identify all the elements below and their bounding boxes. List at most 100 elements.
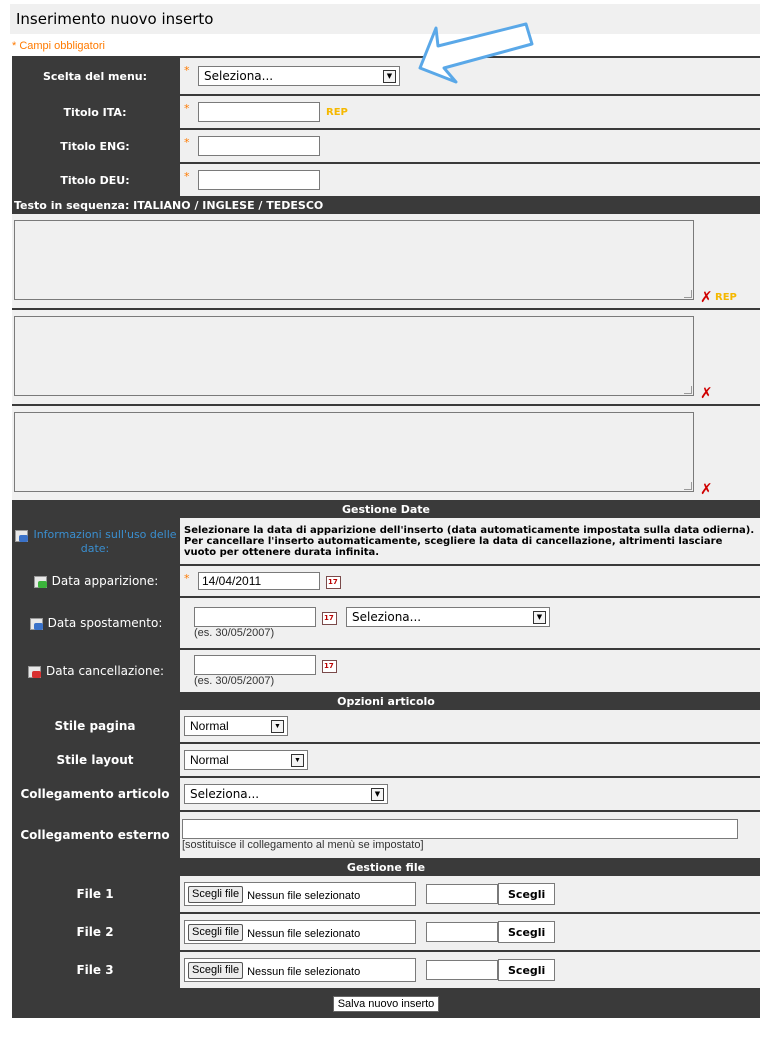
dropdown-arrow-icon: ▼	[291, 754, 304, 767]
pick-file-button[interactable]: Scegli	[498, 921, 556, 943]
file-row: File 2 Scegli file Nessun file seleziona…	[12, 914, 760, 952]
page-style-row: Stile pagina Normal ▼	[12, 710, 760, 744]
dates-section-header: Gestione Date	[12, 502, 760, 518]
menu-select-value: Seleziona...	[204, 69, 274, 83]
dropdown-arrow-icon: ▼	[383, 70, 396, 83]
delete-x-icon[interactable]: ✗	[700, 480, 713, 498]
date-delete-row: Data cancellazione: (es. 30/05/2007)	[12, 650, 760, 694]
options-section-header: Opzioni articolo	[12, 694, 760, 710]
calendar-icon[interactable]	[322, 610, 337, 625]
text-eng-row: ✗	[12, 310, 760, 406]
title-eng-label: Titolo ENG:	[12, 130, 178, 162]
resize-grip[interactable]	[684, 482, 692, 490]
text-ita-textarea[interactable]	[14, 220, 694, 300]
title-eng-row: Titolo ENG: *	[12, 130, 760, 164]
date-move-hint: (es. 30/05/2007)	[194, 627, 275, 639]
date-appear-icon	[32, 574, 48, 588]
file-input[interactable]: Scegli file Nessun file selezionato	[184, 958, 416, 982]
insert-form: Scelta del menu: * Seleziona... ▼ Titolo…	[12, 56, 760, 1018]
files-section-header: Gestione file	[12, 860, 760, 876]
external-link-hint: [sostituisce il collegamento al menù se …	[182, 839, 424, 851]
required-mark: *	[184, 572, 190, 585]
choose-file-button[interactable]: Scegli file	[188, 961, 244, 979]
dates-info-row: Informazioni sull'uso delle date: Selezi…	[12, 518, 760, 566]
title-ita-label: Titolo ITA:	[12, 96, 178, 128]
text-section-header: Testo in sequenza: ITALIANO / INGLESE / …	[12, 198, 760, 214]
text-deu-row: ✗	[12, 406, 760, 502]
text-eng-textarea[interactable]	[14, 316, 694, 396]
page-style-select[interactable]: Normal ▼	[184, 716, 288, 736]
title-deu-input[interactable]	[198, 170, 320, 190]
calendar-icon[interactable]	[322, 658, 337, 673]
date-delete-input[interactable]	[194, 655, 316, 675]
title-eng-input[interactable]	[198, 136, 320, 156]
required-mark: *	[184, 64, 190, 77]
title-ita-row: Titolo ITA: * REP	[12, 96, 760, 130]
dates-info-text: Selezionare la data di apparizione dell'…	[180, 518, 760, 564]
file-name-input[interactable]	[426, 922, 498, 942]
choose-file-button[interactable]: Scegli file	[188, 923, 244, 941]
file-label: File 3	[12, 952, 178, 988]
article-link-row: Collegamento articolo Seleziona... ▼	[12, 778, 760, 812]
article-link-select[interactable]: Seleziona... ▼	[184, 784, 388, 804]
text-deu-textarea[interactable]	[14, 412, 694, 492]
page-style-label: Stile pagina	[12, 710, 178, 742]
pointer-arrow-annotation	[418, 22, 534, 84]
date-move-input[interactable]	[194, 607, 316, 627]
file-input[interactable]: Scegli file Nessun file selezionato	[184, 882, 416, 906]
file-input[interactable]: Scegli file Nessun file selezionato	[184, 920, 416, 944]
resize-grip[interactable]	[684, 386, 692, 394]
date-move-icon	[28, 616, 44, 630]
title-deu-label: Titolo DEU:	[12, 164, 178, 196]
pick-file-button[interactable]: Scegli	[498, 883, 556, 905]
layout-style-select[interactable]: Normal ▼	[184, 750, 308, 770]
external-link-row: Collegamento esterno [sostituisce il col…	[12, 812, 760, 860]
info-icon	[13, 528, 29, 542]
date-appear-input[interactable]	[198, 572, 320, 590]
article-link-label: Collegamento articolo	[12, 778, 178, 810]
file-status: Nessun file selezionato	[247, 890, 361, 902]
date-move-row: Data spostamento: Seleziona... ▼ (es. 30…	[12, 598, 760, 650]
date-move-label: Data spostamento:	[47, 616, 163, 630]
file-row: File 1 Scegli file Nessun file seleziona…	[12, 876, 760, 914]
date-appear-row: Data apparizione: *	[12, 566, 760, 598]
submit-button[interactable]: Salva nuovo inserto	[332, 996, 440, 1012]
title-deu-row: Titolo DEU: *	[12, 164, 760, 198]
delete-x-icon[interactable]: ✗	[700, 288, 713, 306]
date-appear-label: Data apparizione:	[51, 574, 159, 588]
title-ita-input[interactable]	[198, 102, 320, 122]
required-mark: *	[184, 170, 190, 183]
file-name-input[interactable]	[426, 960, 498, 980]
submit-bar: Salva nuovo inserto	[12, 990, 760, 1018]
dates-info-label[interactable]: Informazioni sull'uso delle date:	[12, 518, 178, 564]
file-name-input[interactable]	[426, 884, 498, 904]
file-status: Nessun file selezionato	[247, 928, 361, 940]
rep-link[interactable]: REP	[326, 107, 348, 118]
text-ita-row: ✗ REP	[12, 214, 760, 310]
dropdown-arrow-icon: ▼	[371, 788, 384, 801]
file-row: File 3 Scegli file Nessun file seleziona…	[12, 952, 760, 990]
rep-link[interactable]: REP	[715, 292, 737, 303]
resize-grip[interactable]	[684, 290, 692, 298]
layout-style-label: Stile layout	[12, 744, 178, 776]
file-label: File 2	[12, 914, 178, 950]
menu-select[interactable]: Seleziona... ▼	[198, 66, 400, 86]
pick-file-button[interactable]: Scegli	[498, 959, 556, 981]
page-title: Inserimento nuovo inserto	[10, 4, 760, 34]
external-link-label: Collegamento esterno	[12, 812, 178, 858]
file-status: Nessun file selezionato	[247, 966, 361, 978]
required-fields-note: * Campi obbligatori	[12, 40, 105, 52]
required-mark: *	[184, 136, 190, 149]
menu-row: Scelta del menu: * Seleziona... ▼	[12, 58, 760, 96]
choose-file-button[interactable]: Scegli file	[188, 885, 244, 903]
calendar-icon[interactable]	[326, 574, 341, 589]
required-mark: *	[184, 102, 190, 115]
date-move-select[interactable]: Seleziona... ▼	[346, 607, 550, 627]
dropdown-arrow-icon: ▼	[533, 611, 546, 624]
external-link-input[interactable]	[182, 819, 738, 839]
date-delete-label: Data cancellazione:	[45, 664, 165, 678]
date-delete-hint: (es. 30/05/2007)	[194, 675, 275, 687]
menu-label: Scelta del menu:	[12, 58, 178, 94]
dropdown-arrow-icon: ▼	[271, 720, 284, 733]
delete-x-icon[interactable]: ✗	[700, 384, 713, 402]
